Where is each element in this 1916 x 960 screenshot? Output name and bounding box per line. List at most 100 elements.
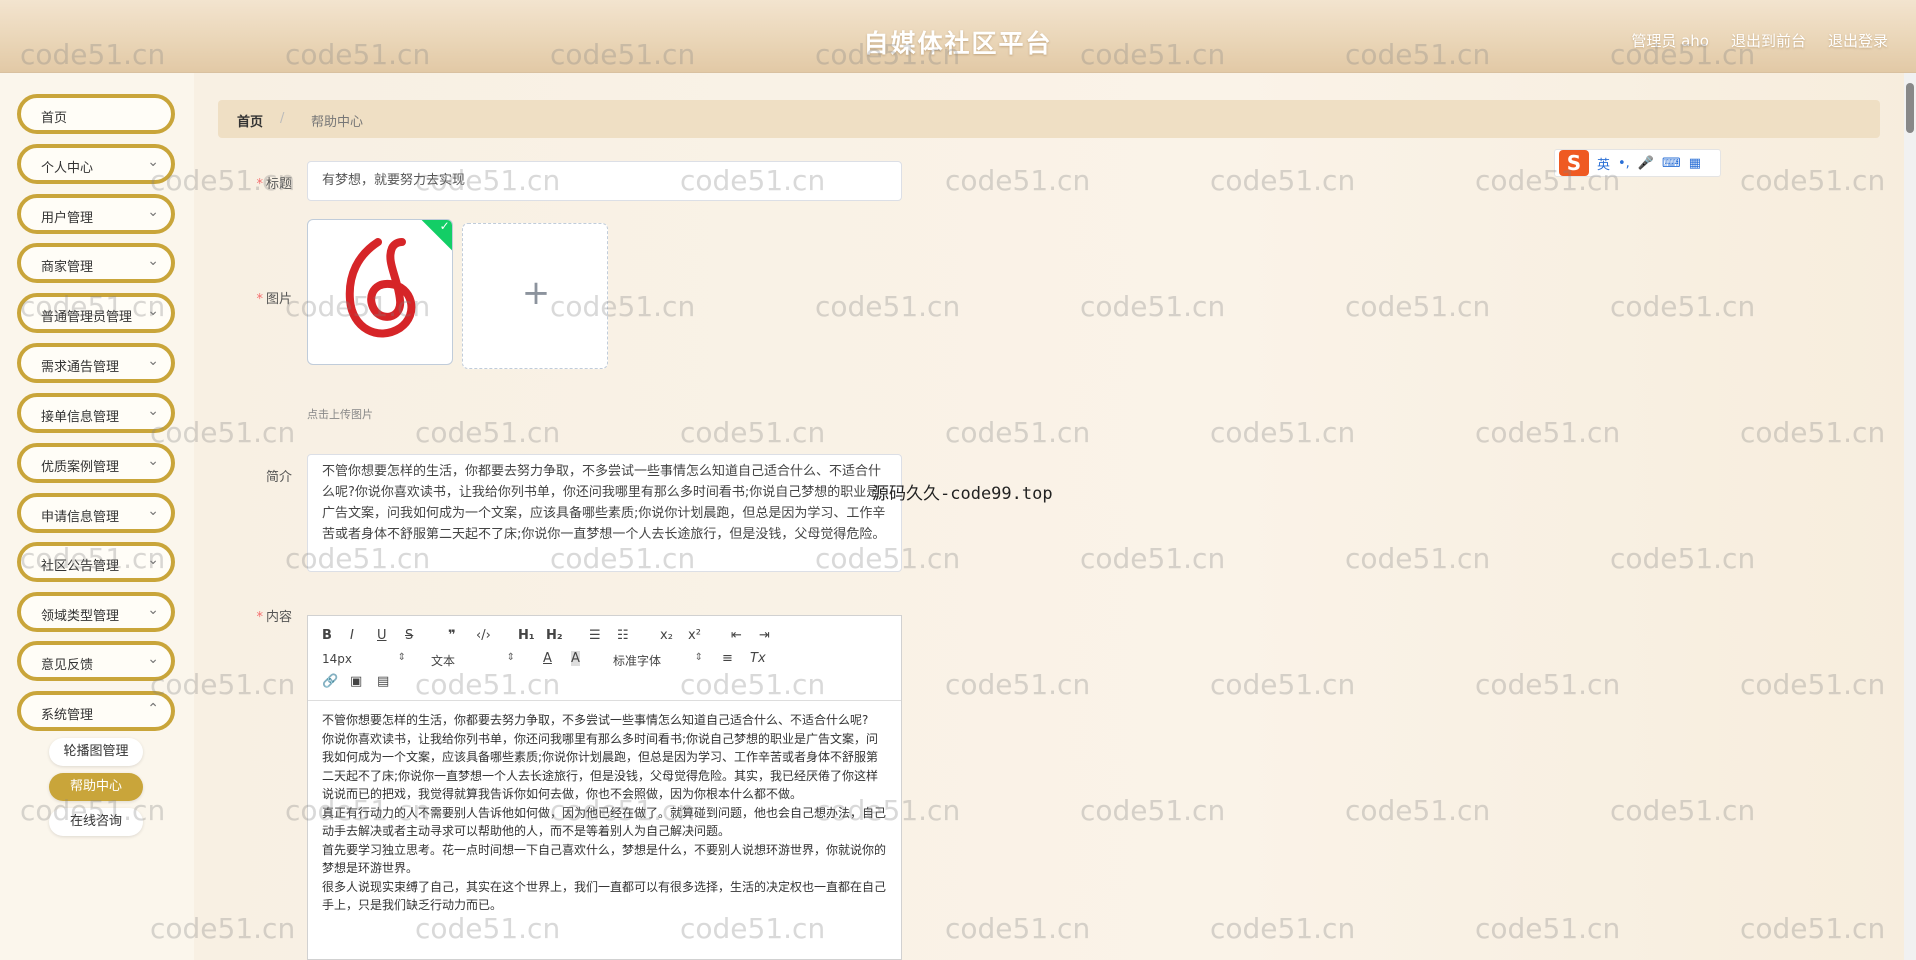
sidebar-item-home[interactable]: 首页	[17, 94, 175, 134]
font-family-select[interactable]: 标准字体 ⇕	[613, 652, 703, 669]
sidebar-item-label: 接单信息管理	[41, 410, 120, 425]
sidebar-subitem-online-consult[interactable]: 在线咨询	[49, 808, 143, 836]
sidebar-item-label: 个人中心	[41, 161, 94, 176]
sidebar-item-label: 社区公告管理	[41, 559, 120, 574]
code-block-button[interactable]: ‹/›	[476, 628, 491, 643]
sidebar-item-quality-cases[interactable]: 优质案例管理 ⌄	[17, 443, 175, 483]
uploaded-image[interactable]: ✓	[307, 219, 453, 365]
background-color-button[interactable]: A	[571, 651, 580, 666]
sidebar-item-label: 优质案例管理	[41, 460, 120, 475]
ime-lang[interactable]: 英	[1597, 154, 1610, 173]
sidebar-item-personal-center[interactable]: 个人中心 ⌄	[17, 144, 175, 184]
content-label-text: 内容	[265, 610, 292, 625]
sidebar-item-admin-management[interactable]: 普通管理员管理 ⌄	[17, 293, 175, 333]
ordered-list-button[interactable]: ☰	[589, 628, 601, 643]
breadcrumb-current: 帮助中心	[311, 115, 364, 130]
intro-label: 简介	[222, 466, 292, 485]
select-caret-icon: ⇕	[506, 652, 515, 663]
blockquote-button[interactable]: ❞	[448, 628, 456, 643]
app-title: 自媒体社区平台	[863, 29, 1053, 58]
font-size-select[interactable]: 14px ⇕	[322, 652, 406, 666]
heading2-button[interactable]: H₂	[546, 628, 563, 643]
font-color-button[interactable]: A	[543, 651, 552, 666]
upload-add-button[interactable]: +	[462, 223, 608, 369]
sidebar-item-application-info[interactable]: 申请信息管理 ⌄	[17, 493, 175, 533]
upload-tip: 点击上传图片	[307, 408, 373, 421]
sidebar-item-label: 需求通告管理	[41, 360, 120, 375]
chevron-down-icon: ⌄	[147, 154, 159, 170]
ime-toolbar[interactable]: S 英 •, 🎤 ⌨ ▦	[1554, 149, 1721, 177]
sidebar-item-merchant-management[interactable]: 商家管理 ⌄	[17, 243, 175, 283]
video-icon[interactable]: ▤	[377, 674, 389, 689]
select-caret-icon: ⇕	[694, 652, 703, 663]
chevron-up-icon: ⌃	[147, 701, 159, 717]
title-label-text: 标题	[265, 177, 292, 192]
bullet-list-button[interactable]: ☷	[617, 628, 629, 643]
sidebar-subitem-carousel[interactable]: 轮播图管理	[49, 738, 143, 766]
rich-text-editor[interactable]: B I U S ❞ ‹/› H₁ H₂ ☰ ☷ x₂ x² ⇤ ⇥ 14px ⇕ …	[307, 615, 902, 960]
editor-paragraph: 首先要学习独立思考。花一点时间想一下自己喜欢什么，梦想是什么，不要别人说想环游世…	[322, 842, 887, 876]
breadcrumb-home[interactable]: 首页	[237, 111, 263, 130]
microphone-icon[interactable]: 🎤	[1638, 156, 1654, 171]
editor-paragraph: 不管你想要怎样的生活，你都要去努力争取，不多尝试一些事情怎么知道自己适合什么、不…	[322, 713, 869, 727]
bold-button[interactable]: B	[322, 628, 332, 643]
font-family-value: 标准字体	[613, 654, 662, 668]
front-link[interactable]: 退出到前台	[1731, 30, 1806, 51]
sidebar: 首页 个人中心 ⌄ 用户管理 ⌄ 商家管理 ⌄ 普通管理员管理 ⌄ 需求通告管理…	[0, 73, 194, 960]
chevron-down-icon: ⌄	[147, 602, 159, 618]
keyboard-icon[interactable]: ⌨	[1662, 156, 1681, 171]
breadcrumb: 首页 / 帮助中心	[218, 100, 1880, 138]
sidebar-item-order-info[interactable]: 接单信息管理 ⌄	[17, 393, 175, 433]
strike-button[interactable]: S	[405, 628, 413, 643]
sidebar-item-label: 领域类型管理	[41, 609, 120, 624]
overlay-watermark-text: 源码久久-code99.top	[872, 484, 1053, 504]
page-scrollbar[interactable]	[1904, 73, 1916, 960]
chevron-down-icon: ⌄	[147, 303, 159, 319]
editor-paragraph: 很多人说现实束缚了自己，其实在这个世界上，我们一直都可以有很多选择，生活的决定权…	[322, 879, 887, 913]
underline-button[interactable]: U	[377, 628, 387, 643]
text-type-select[interactable]: 文本 ⇕	[431, 652, 515, 669]
sidebar-item-label: 商家管理	[41, 260, 94, 275]
logout-link[interactable]: 退出登录	[1828, 30, 1888, 51]
intro-textarea[interactable]: 不管你想要怎样的生活，你都要去努力争取，不多尝试一些事情怎么知道自己适合什么、不…	[307, 454, 902, 572]
sidebar-item-demand-notice[interactable]: 需求通告管理 ⌄	[17, 343, 175, 383]
indent-button[interactable]: ⇥	[759, 628, 770, 643]
sidebar-item-domain-type[interactable]: 领域类型管理 ⌄	[17, 592, 175, 632]
sidebar-item-label: 意见反馈	[41, 658, 94, 673]
chevron-down-icon: ⌄	[147, 403, 159, 419]
intro-label-text: 简介	[265, 470, 292, 485]
image-label: * 图片	[222, 288, 292, 307]
superscript-button[interactable]: x²	[688, 628, 701, 643]
subscript-button[interactable]: x₂	[660, 628, 673, 643]
sidebar-subitem-help-center[interactable]: 帮助中心	[49, 773, 143, 801]
chevron-down-icon: ⌄	[147, 353, 159, 369]
chevron-down-icon: ⌄	[147, 253, 159, 269]
link-icon[interactable]: 🔗	[322, 674, 338, 689]
font-size-value: 14px	[322, 652, 352, 666]
sidebar-item-user-management[interactable]: 用户管理 ⌄	[17, 194, 175, 234]
clear-format-button[interactable]: Tx	[750, 651, 766, 666]
sidebar-item-community-notice[interactable]: 社区公告管理 ⌄	[17, 542, 175, 582]
scrollbar-thumb[interactable]	[1906, 83, 1914, 133]
heading1-button[interactable]: H₁	[518, 628, 535, 643]
content-label: * 内容	[222, 606, 292, 625]
sidebar-item-label: 普通管理员管理	[41, 310, 133, 325]
align-button[interactable]: ≡	[722, 651, 733, 666]
chevron-down-icon: ⌄	[147, 204, 159, 220]
chevron-down-icon: ⌄	[147, 552, 159, 568]
sidebar-item-system-management[interactable]: 系统管理 ⌃	[17, 691, 175, 731]
sidebar-item-feedback[interactable]: 意见反馈 ⌄	[17, 641, 175, 681]
punctuation-icon[interactable]: •,	[1618, 156, 1630, 171]
italic-button[interactable]: I	[350, 628, 354, 643]
required-mark: *	[256, 610, 263, 625]
netease-logo-icon	[345, 238, 416, 338]
title-input[interactable]: 有梦想，就要努力去实现	[307, 161, 902, 201]
editor-paragraph: 你说你喜欢读书，让我给你列书单，你还问我哪里有那么多时间看书;你说自己梦想的职业…	[322, 731, 879, 802]
top-header: 自媒体社区平台 管理员 aho 退出到前台 退出登录	[0, 0, 1916, 73]
editor-content[interactable]: 不管你想要怎样的生活，你都要去努力争取，不多尝试一些事情怎么知道自己适合什么、不…	[308, 701, 901, 925]
required-mark: *	[256, 292, 263, 307]
grid-icon[interactable]: ▦	[1689, 156, 1701, 171]
image-icon[interactable]: ▣	[350, 674, 362, 689]
outdent-button[interactable]: ⇤	[731, 628, 742, 643]
check-icon: ✓	[439, 219, 450, 234]
